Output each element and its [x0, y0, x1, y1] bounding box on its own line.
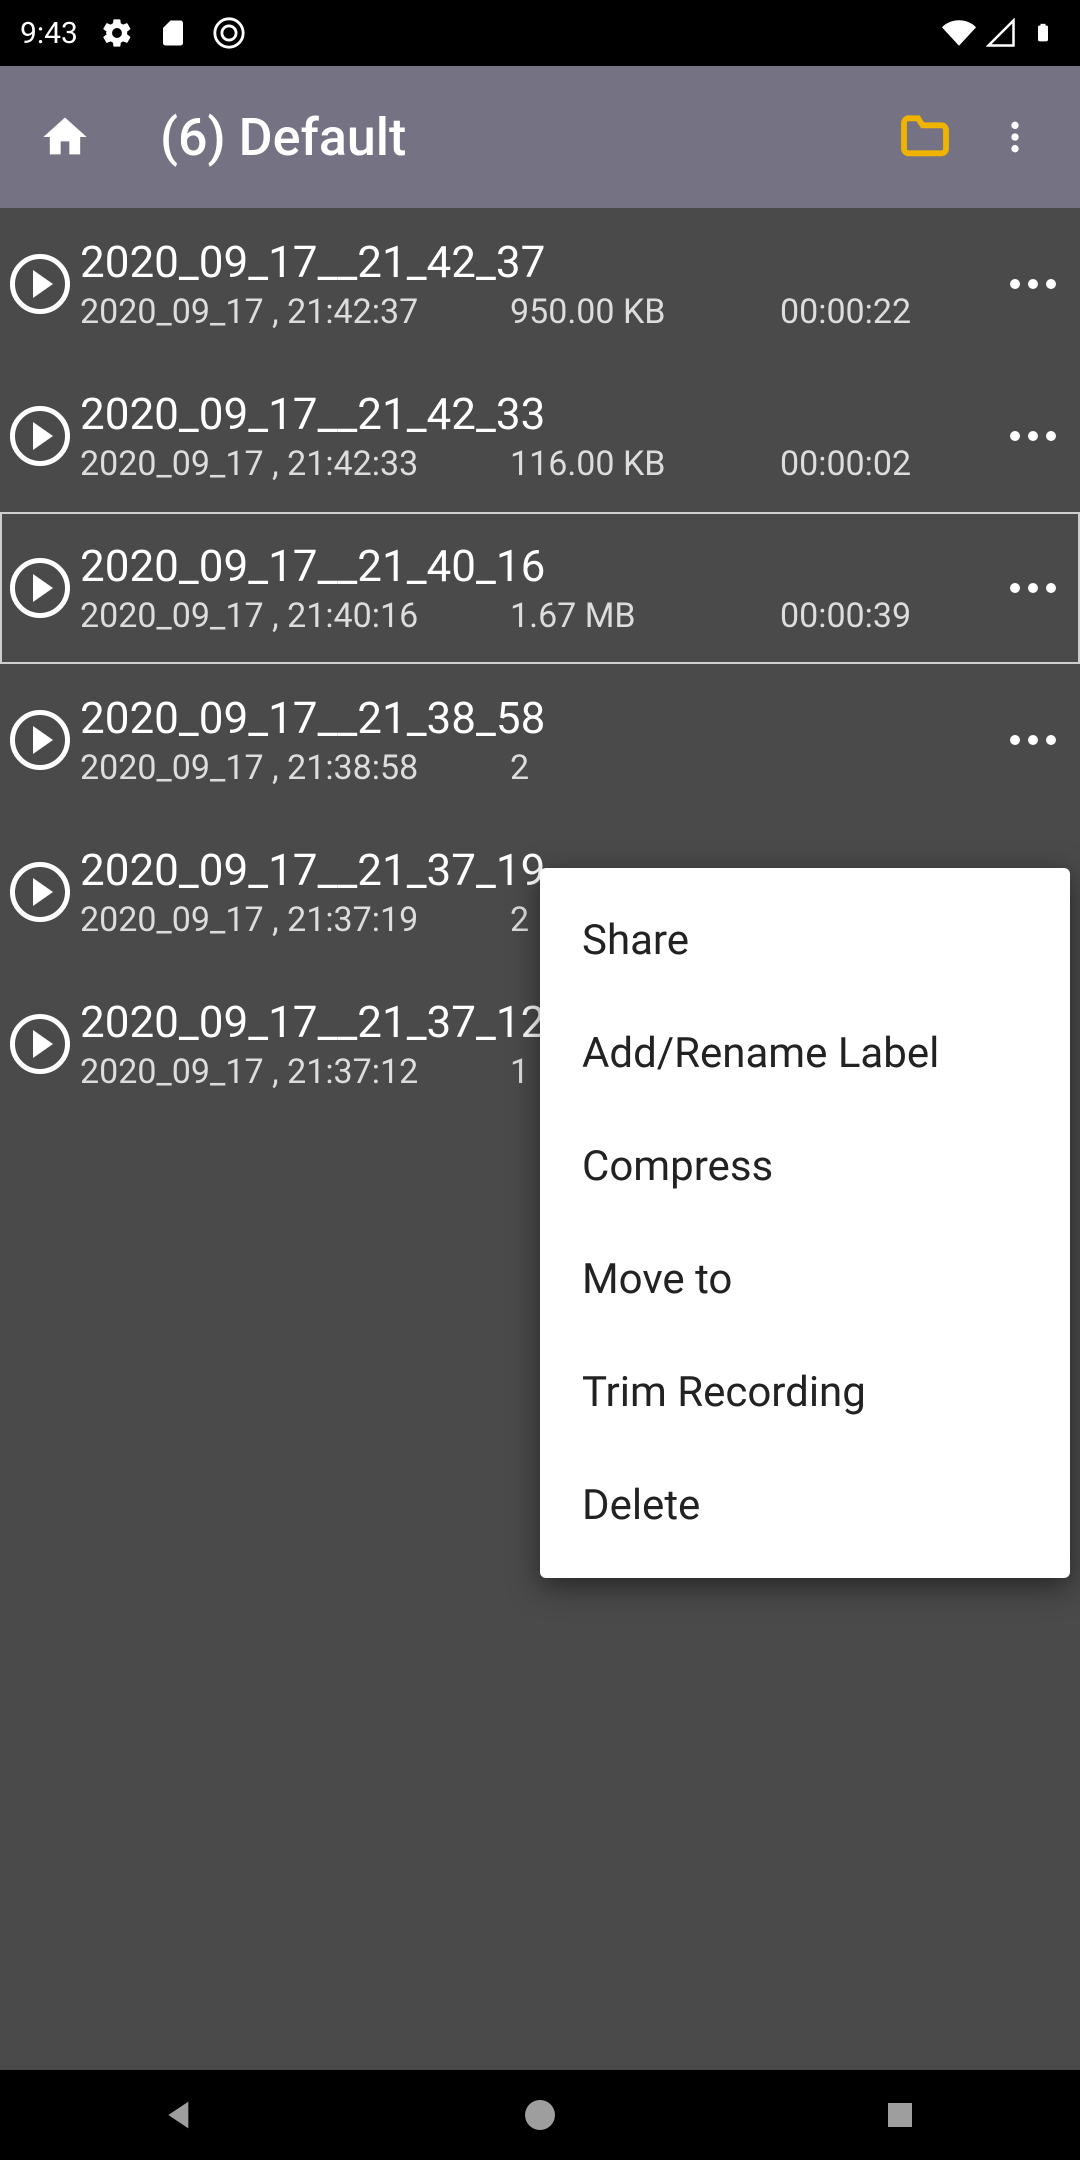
app-header: (6) Default: [0, 66, 1080, 208]
item-more-button[interactable]: [998, 279, 1068, 289]
play-icon[interactable]: [10, 254, 70, 314]
settings-icon: [100, 16, 134, 50]
sd-card-icon: [156, 16, 190, 50]
item-size: 2: [510, 748, 780, 788]
play-icon[interactable]: [10, 710, 70, 770]
battery-icon: [1026, 16, 1060, 50]
back-button[interactable]: [155, 2090, 205, 2140]
item-date: 2020_09_17 , 21:37:12: [80, 1052, 510, 1092]
item-date: 2020_09_17 , 21:42:37: [80, 292, 510, 332]
item-size: 116.00 KB: [510, 444, 780, 484]
play-icon[interactable]: [10, 558, 70, 618]
item-duration: 00:00:22: [780, 292, 911, 332]
item-title: 2020_09_17__21_42_37: [80, 236, 998, 288]
item-date: 2020_09_17 , 21:37:19: [80, 900, 510, 940]
list-item[interactable]: 2020_09_17__21_42_37 2020_09_17 , 21:42:…: [0, 208, 1080, 360]
folder-button[interactable]: [890, 102, 960, 172]
signal-icon: [984, 16, 1018, 50]
item-more-button[interactable]: [998, 431, 1068, 441]
play-icon[interactable]: [10, 862, 70, 922]
recordings-list: 2020_09_17__21_42_37 2020_09_17 , 21:42:…: [0, 208, 1080, 2070]
item-title: 2020_09_17__21_42_33: [80, 388, 998, 440]
item-size: 1.67 MB: [510, 596, 780, 636]
item-duration: 00:00:02: [780, 444, 911, 484]
overflow-button[interactable]: [980, 102, 1050, 172]
item-date: 2020_09_17 , 21:40:16: [80, 596, 510, 636]
item-size: 950.00 KB: [510, 292, 780, 332]
status-time: 9:43: [20, 16, 78, 51]
play-icon[interactable]: [10, 406, 70, 466]
menu-move-to[interactable]: Move to: [540, 1223, 1070, 1336]
list-item[interactable]: 2020_09_17__21_38_58 2020_09_17 , 21:38:…: [0, 664, 1080, 816]
item-date: 2020_09_17 , 21:38:58: [80, 748, 510, 788]
menu-trim-recording[interactable]: Trim Recording: [540, 1336, 1070, 1449]
recents-button[interactable]: [875, 2090, 925, 2140]
home-button[interactable]: [30, 102, 100, 172]
menu-delete[interactable]: Delete: [540, 1449, 1070, 1562]
list-item[interactable]: 2020_09_17__21_40_16 2020_09_17 , 21:40:…: [0, 512, 1080, 664]
menu-compress[interactable]: Compress: [540, 1110, 1070, 1223]
menu-share[interactable]: Share: [540, 884, 1070, 997]
item-title: 2020_09_17__21_38_58: [80, 692, 998, 744]
item-title: 2020_09_17__21_40_16: [80, 540, 998, 592]
list-item[interactable]: 2020_09_17__21_42_33 2020_09_17 , 21:42:…: [0, 360, 1080, 512]
menu-rename-label[interactable]: Add/Rename Label: [540, 997, 1070, 1110]
play-icon[interactable]: [10, 1014, 70, 1074]
status-bar: 9:43: [0, 0, 1080, 66]
home-nav-button[interactable]: [515, 2090, 565, 2140]
item-duration: 00:00:39: [780, 596, 911, 636]
item-more-button[interactable]: [998, 735, 1068, 745]
item-more-button[interactable]: [998, 583, 1068, 593]
no-sync-icon: [212, 16, 246, 50]
context-menu: Share Add/Rename Label Compress Move to …: [540, 868, 1070, 1578]
nav-bar: [0, 2070, 1080, 2160]
page-title: (6) Default: [160, 107, 870, 168]
item-date: 2020_09_17 , 21:42:33: [80, 444, 510, 484]
wifi-icon: [942, 16, 976, 50]
